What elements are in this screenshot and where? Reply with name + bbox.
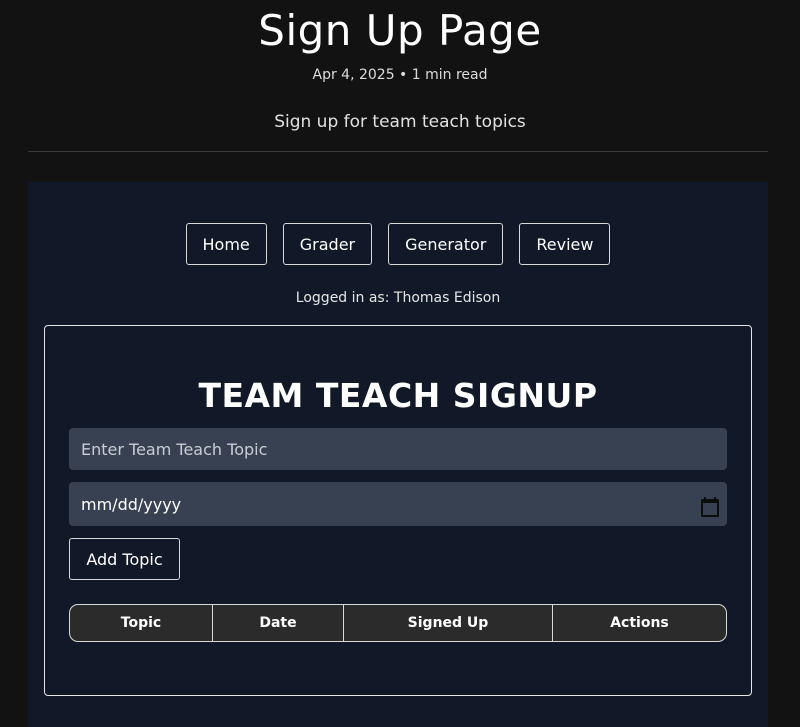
page-subtitle: Sign up for team teach topics bbox=[274, 112, 526, 132]
table-header-row: Topic Date Signed Up Actions bbox=[70, 605, 726, 641]
date-placeholder: mm/dd/yyyy bbox=[81, 494, 182, 514]
column-header-signed-up: Signed Up bbox=[344, 605, 553, 641]
signup-heading: TEAM TEACH SIGNUP bbox=[198, 376, 598, 415]
column-header-actions: Actions bbox=[610, 615, 669, 631]
calendar-icon[interactable] bbox=[701, 497, 719, 517]
add-topic-button[interactable]: Add Topic bbox=[69, 538, 180, 580]
page-header: Sign Up Page Apr 4, 2025 • 1 min read Si… bbox=[0, 0, 800, 152]
logged-in-status: Logged in as: Thomas Edison bbox=[295, 290, 501, 306]
post-meta: Apr 4, 2025 • 1 min read bbox=[312, 67, 488, 83]
nav-review-button[interactable]: Review bbox=[519, 223, 611, 265]
column-header-topic: Topic bbox=[70, 605, 213, 641]
column-header-date: Date bbox=[213, 605, 344, 641]
nav-bar: Home Grader Generator Review bbox=[28, 223, 768, 265]
signup-card: TEAM TEACH SIGNUP mm/dd/yyyy Add Topic T… bbox=[44, 325, 752, 696]
nav-home-button[interactable]: Home bbox=[185, 223, 267, 265]
topic-input[interactable] bbox=[69, 428, 727, 470]
topics-table: Topic Date Signed Up Actions bbox=[69, 604, 727, 642]
signup-panel: Home Grader Generator Review Logged in a… bbox=[28, 182, 768, 727]
nav-grader-button[interactable]: Grader bbox=[282, 223, 373, 265]
nav-generator-button[interactable]: Generator bbox=[388, 223, 504, 265]
page-title: Sign Up Page bbox=[258, 6, 542, 55]
date-input[interactable]: mm/dd/yyyy bbox=[69, 482, 727, 526]
header-divider bbox=[28, 151, 768, 152]
